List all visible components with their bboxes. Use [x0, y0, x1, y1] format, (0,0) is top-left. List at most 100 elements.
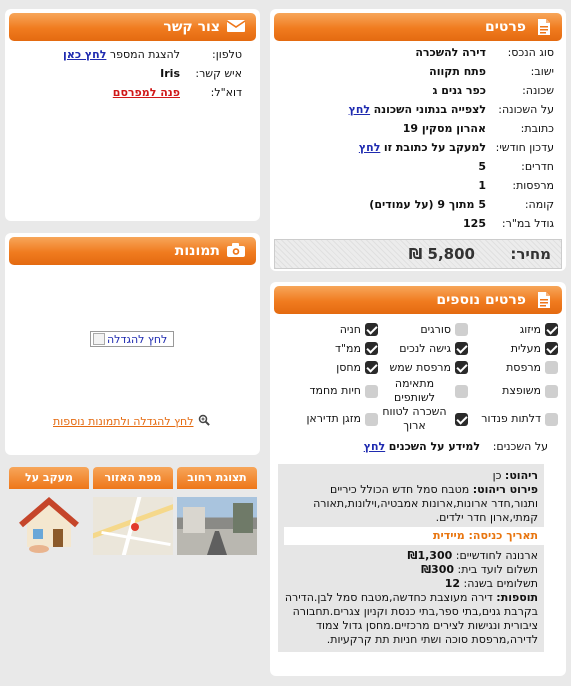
- detail-link[interactable]: לחץ: [359, 138, 380, 157]
- feature-label: מזגן תדיראן: [306, 412, 361, 425]
- feature-item: משופצת: [468, 377, 558, 405]
- detail-label: גודל במ"ר:: [501, 217, 554, 230]
- feature-item: מחסן: [288, 358, 378, 377]
- detail-link[interactable]: לחץ: [349, 100, 370, 119]
- feature-item: מרפסת: [468, 358, 558, 377]
- feature-item: סורגים: [378, 320, 468, 339]
- extra-header: פרטים נוספים: [274, 286, 562, 314]
- arnona-row: ארנונה לחודשיים: ₪1,300: [407, 549, 538, 562]
- tenants-link[interactable]: לחץ: [364, 437, 385, 456]
- detail-label: סוג הנכס:: [507, 46, 554, 59]
- detail-value: כפר גנים ג: [432, 84, 486, 97]
- phone-label: טלפון:: [212, 48, 242, 61]
- area-map-tile[interactable]: מפת האזור: [93, 467, 173, 555]
- feature-item: מרפסת שמש: [378, 358, 468, 377]
- zoom-icon: [198, 414, 210, 429]
- detail-label: עדכון חודשי:: [495, 141, 554, 154]
- phone-text: להצגת המספר: [109, 48, 180, 61]
- phone-row: טלפון: להצגת המספר לחץ כאן: [9, 45, 250, 64]
- tenants-label: על השכנים:: [492, 440, 548, 453]
- detail-value: 1: [478, 179, 486, 192]
- person-value: Iris: [160, 67, 180, 80]
- checkbox-unchecked-icon: [365, 412, 378, 426]
- detail-row: מרפסות: 1: [274, 176, 562, 195]
- photo-alt-text: לחץ להגדלה: [107, 332, 168, 346]
- building-tracking-tile[interactable]: מעקב על הבניין: [9, 467, 89, 555]
- building-tracking-title: מעקב על הבניין: [9, 467, 89, 489]
- detail-row: שכונה: כפר גנים ג: [274, 81, 562, 100]
- envelope-icon: [226, 18, 246, 36]
- detail-row: חדרים: 5: [274, 157, 562, 176]
- additions-row: תוספות: דירה מעוצבת כחדשה,מטבח סמל לבן.ה…: [284, 591, 538, 646]
- feature-label: דלתות פנדור: [481, 412, 541, 425]
- detail-label: ישוב:: [530, 65, 554, 78]
- detail-value: פתח תקווה: [429, 65, 486, 78]
- feature-label: השכרה לטווח ארוך: [382, 405, 447, 432]
- more-photos-link[interactable]: לחץ להגדלה ולתמונות נוספות: [53, 415, 194, 428]
- feature-label: משופצת: [502, 384, 541, 397]
- house-icon: [9, 497, 89, 555]
- detail-label: מרפסות:: [512, 179, 554, 192]
- broken-image-icon: [93, 333, 105, 345]
- feature-label: מיזוג: [519, 322, 541, 336]
- price-label: מחיר:: [510, 245, 551, 263]
- checkbox-unchecked-icon: [545, 412, 558, 426]
- feature-item: גישה לנכים: [378, 339, 468, 358]
- checkbox-checked-icon: [455, 361, 468, 374]
- vaad-row: תשלום לועד בית: ₪300: [421, 563, 538, 576]
- checkbox-checked-icon: [455, 412, 468, 426]
- person-row: איש קשר: Iris: [9, 64, 250, 83]
- detail-row: על השכונה: לצפייה בנתוני השכונה לחץ: [274, 100, 562, 119]
- more-photos-row: לחץ להגדלה ולתמונות נוספות: [53, 414, 210, 429]
- payments-row: תשלומים בשנה: 12: [444, 577, 538, 590]
- feature-item: מיזוג: [468, 320, 558, 339]
- detail-value: 5 מתוך 9 (על עמודים): [369, 198, 486, 211]
- photos-panel: תמונות לחץ להגדלה לחץ להגדלה ולתמונות נו…: [5, 233, 260, 455]
- checkbox-unchecked-icon: [365, 384, 378, 398]
- feature-item: דלתות פנדור: [468, 405, 558, 433]
- area-map-title: מפת האזור: [93, 467, 173, 489]
- detail-label: חדרים:: [521, 160, 554, 173]
- feature-item: מתאימה לשותפים: [378, 377, 468, 405]
- contact-advertiser-link[interactable]: פנה למפרסם: [113, 83, 180, 102]
- detail-value: לצפייה בנתוני השכונה: [373, 103, 486, 116]
- detail-row: גודל במ"ר: 125: [274, 214, 562, 233]
- info-box: ריהוט: כן פירוט ריהוט: מטבח סמל חדש הכול…: [278, 464, 544, 652]
- checkbox-unchecked-icon: [545, 384, 558, 398]
- detail-label: קומה:: [524, 198, 554, 211]
- details-header: פרטים: [274, 13, 562, 41]
- details-title: פרטים: [484, 19, 526, 35]
- detail-row: קומה: 5 מתוך 9 (על עמודים): [274, 195, 562, 214]
- show-phone-link[interactable]: לחץ כאן: [63, 45, 106, 64]
- feature-label: ממ"ד: [334, 341, 361, 355]
- feature-item: מזגן תדיראן: [288, 405, 378, 433]
- detail-label: כתובת:: [520, 122, 554, 135]
- contact-title: צור קשר: [163, 19, 220, 35]
- street-view-title: תצוגת רחוב: [177, 467, 257, 489]
- detail-row: סוג הנכס: דירה להשכרה: [274, 43, 562, 62]
- detail-value: דירה להשכרה: [415, 46, 486, 59]
- checkbox-checked-icon: [365, 323, 378, 336]
- street-view-tile[interactable]: תצוגת רחוב: [177, 467, 257, 555]
- email-label: דוא"ל:: [210, 86, 242, 99]
- furnish-detail-row: פירוט ריהוט: מטבח סמל חדש הכולל כיריים ו…: [313, 483, 538, 524]
- details-panel: פרטים סוג הנכס: דירה להשכרה ישוב: פתח תקווה…: [270, 9, 566, 271]
- entry-date-row: תאריך כניסה: מיידית: [284, 527, 544, 545]
- feature-label: מעלית: [510, 341, 541, 355]
- feature-label: גישה לנכים: [399, 341, 451, 355]
- feature-item: חניה: [288, 320, 378, 339]
- feature-label: מרפסת שמש: [389, 360, 451, 374]
- furnish-row: ריהוט: כן: [492, 469, 538, 482]
- feature-item: ממ"ד: [288, 339, 378, 358]
- feature-label: חניה: [339, 322, 361, 336]
- checkbox-checked-icon: [365, 342, 378, 355]
- person-label: איש קשר:: [195, 67, 242, 80]
- detail-value: 125: [463, 217, 486, 230]
- photos-header: תמונות: [9, 237, 256, 265]
- feature-label: חיות מחמד: [309, 384, 361, 397]
- tenants-row: על השכנים: למידע על השכנים לחץ: [274, 433, 562, 456]
- main-photo[interactable]: לחץ להגדלה: [90, 331, 174, 347]
- feature-item: השכרה לטווח ארוך: [378, 405, 468, 433]
- feature-item: מעלית: [468, 339, 558, 358]
- detail-label: על השכונה:: [498, 103, 554, 116]
